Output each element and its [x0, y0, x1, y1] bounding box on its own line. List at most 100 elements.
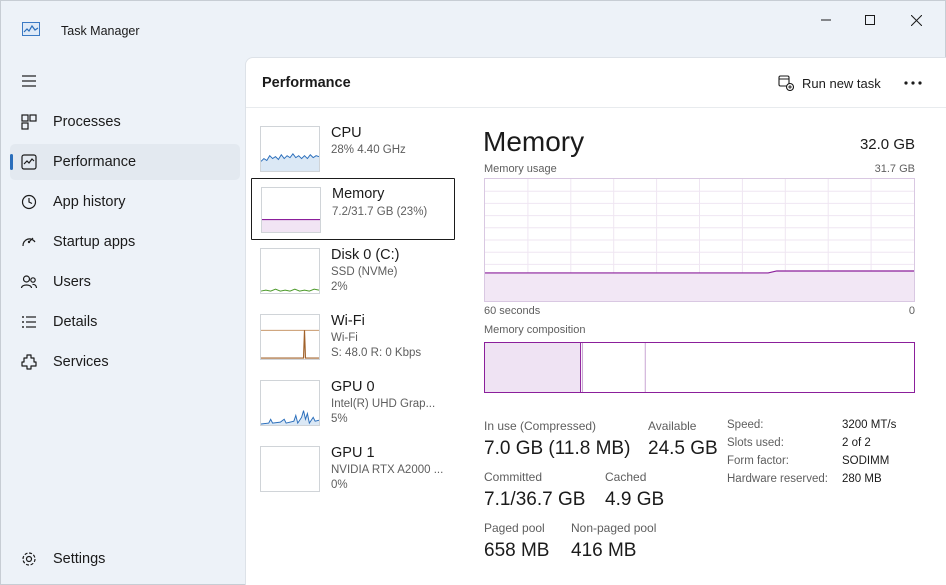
run-new-task-button[interactable]: Run new task	[778, 72, 881, 94]
sidebar-item-app-history[interactable]: App history	[10, 184, 240, 220]
sidebar-item-label: App history	[53, 194, 126, 210]
spec-key: Speed:	[727, 419, 764, 431]
device-detail: Wi-Fi	[331, 332, 358, 344]
active-indicator	[10, 154, 13, 170]
device-detail: Intel(R) UHD Grap...	[331, 398, 436, 410]
processes-icon	[21, 114, 37, 130]
sidebar-item-label: Services	[53, 354, 109, 370]
sidebar-item-label: Users	[53, 274, 91, 290]
spec-key: Form factor:	[727, 455, 789, 467]
history-icon	[21, 194, 37, 210]
memory-usage-max: 31.7 GB	[874, 163, 915, 175]
device-name: Disk 0 (C:)	[331, 247, 400, 263]
hamburger-menu-icon[interactable]	[20, 72, 40, 90]
wifi-thumbnail-graph	[260, 314, 320, 360]
sidebar-item-label: Startup apps	[53, 234, 136, 250]
available-label: Available	[648, 419, 697, 433]
sidebar-item-label: Details	[53, 314, 98, 330]
services-icon	[21, 354, 37, 370]
sidebar-item-label: Settings	[53, 551, 106, 567]
task-manager-window: Task Manager Processes Performance App h…	[0, 0, 946, 585]
minimize-button[interactable]	[803, 5, 849, 35]
window-title: Task Manager	[61, 24, 140, 38]
run-task-icon	[778, 75, 794, 91]
paged-pool-value: 658 MB	[484, 540, 550, 561]
committed-value: 7.1/36.7 GB	[484, 489, 586, 510]
sidebar-item-services[interactable]: Services	[10, 344, 240, 380]
sidebar-item-processes[interactable]: Processes	[10, 104, 240, 140]
minimize-icon	[821, 19, 831, 21]
sidebar-item-details[interactable]: Details	[10, 304, 240, 340]
cpu-thumbnail-graph	[260, 126, 320, 172]
device-usage: 5%	[331, 413, 348, 425]
device-name: GPU 0	[331, 379, 375, 395]
memory-composition-bar	[484, 342, 915, 393]
panel-header: Performance Run new task	[246, 58, 946, 108]
gpu0-thumbnail-graph	[260, 380, 320, 426]
memory-usage-graph	[484, 178, 915, 302]
spec-value: 2 of 2	[842, 437, 871, 449]
memory-composition-label: Memory composition	[484, 324, 586, 336]
spec-key: Slots used:	[727, 437, 784, 449]
maximize-icon	[865, 15, 875, 25]
total-memory: 32.0 GB	[859, 136, 915, 153]
cached-value: 4.9 GB	[605, 489, 665, 510]
sidebar-item-performance[interactable]: Performance	[10, 144, 240, 180]
in-use-label: In use (Compressed)	[484, 419, 597, 433]
close-button[interactable]	[893, 5, 939, 35]
device-detail: 28% 4.40 GHz	[331, 144, 406, 156]
device-throughput: S: 48.0 R: 0 Kbps	[331, 347, 422, 359]
sidebar-item-settings[interactable]: Settings	[10, 541, 240, 577]
cached-label: Cached	[605, 470, 647, 484]
device-item-cpu[interactable]: CPU 28% 4.40 GHz	[251, 118, 455, 180]
gpu1-thumbnail-graph	[260, 446, 320, 492]
sidebar-item-label: Performance	[53, 154, 137, 170]
device-usage: 0%	[331, 479, 348, 491]
gear-icon	[22, 552, 36, 566]
startup-icon	[22, 237, 36, 247]
run-new-task-label: Run new task	[802, 75, 881, 91]
committed-label: Committed	[484, 470, 543, 484]
spec-key: Hardware reserved:	[727, 473, 828, 485]
usage-area	[485, 270, 914, 301]
sidebar-item-users[interactable]: Users	[10, 264, 240, 300]
nonpaged-pool-value: 416 MB	[571, 540, 637, 561]
device-name: CPU	[331, 125, 362, 141]
maximize-button[interactable]	[847, 5, 893, 35]
title-bar: Task Manager	[1, 1, 946, 49]
users-icon	[20, 275, 38, 289]
disk-thumbnail-graph	[260, 248, 320, 294]
spec-value: SODIMM	[842, 455, 890, 467]
performance-panel: Performance Run new task CPU 28% 4.40 GH…	[245, 57, 946, 585]
device-detail: SSD (NVMe)	[331, 266, 398, 278]
page-title: Performance	[262, 75, 351, 91]
device-detail: 7.2/31.7 GB (23%)	[332, 206, 428, 218]
graph-time-label: 60 seconds	[484, 305, 541, 317]
memory-thumbnail-graph	[261, 187, 321, 233]
graph-time-end: 0	[908, 305, 915, 317]
device-item-disk0[interactable]: Disk 0 (C:) SSD (NVMe) 2%	[251, 240, 455, 302]
in-use-value: 7.0 GB (11.8 MB)	[484, 438, 631, 459]
memory-usage-label: Memory usage	[484, 163, 557, 175]
task-manager-app-icon	[22, 22, 40, 36]
available-value: 24.5 GB	[648, 438, 718, 459]
paged-pool-label: Paged pool	[484, 521, 545, 535]
close-icon	[910, 14, 922, 26]
sidebar-item-label: Processes	[53, 114, 121, 130]
device-detail: NVIDIA RTX A2000 ...	[331, 464, 444, 476]
details-icon	[22, 316, 36, 328]
spec-value: 3200 MT/s	[842, 419, 897, 431]
device-name: Memory	[332, 186, 385, 202]
device-name: Wi-Fi	[331, 313, 365, 329]
performance-icon	[21, 154, 37, 170]
sidebar-item-startup-apps[interactable]: Startup apps	[10, 224, 240, 260]
more-options-icon[interactable]	[902, 72, 924, 94]
detail-title: Memory	[483, 126, 585, 157]
device-item-gpu0[interactable]: GPU 0 Intel(R) UHD Grap... 5%	[251, 372, 455, 434]
device-item-wifi[interactable]: Wi-Fi Wi-Fi S: 48.0 R: 0 Kbps	[251, 306, 455, 368]
device-name: GPU 1	[331, 445, 375, 461]
device-usage: 2%	[331, 281, 348, 293]
device-item-gpu1[interactable]: GPU 1 NVIDIA RTX A2000 ... 0%	[251, 438, 455, 500]
device-item-memory[interactable]: Memory 7.2/31.7 GB (23%)	[251, 178, 455, 240]
nonpaged-pool-label: Non-paged pool	[571, 521, 657, 535]
